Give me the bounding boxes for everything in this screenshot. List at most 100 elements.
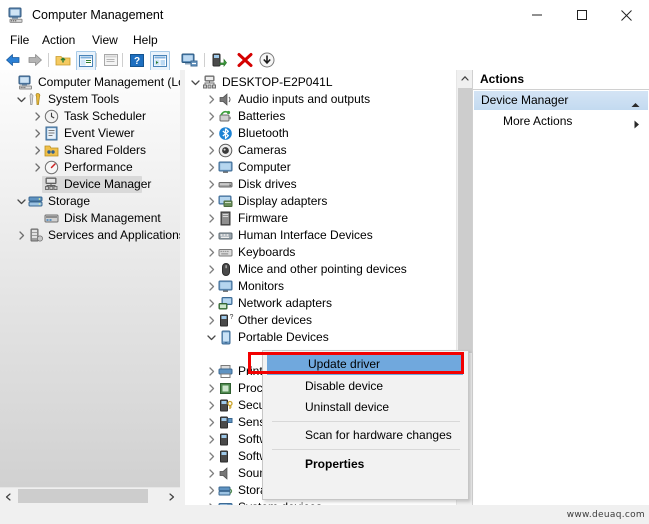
expander-collapsed-icon[interactable] [204, 380, 218, 397]
device-tree-item-other-devices[interactable]: ? Other devices [204, 312, 312, 329]
tree-item-disk-management[interactable]: Disk Management [30, 210, 161, 227]
tree-item-system-tools[interactable]: System Tools [14, 91, 119, 108]
expander-collapsed-icon[interactable] [204, 159, 218, 176]
expander-collapsed-icon[interactable] [204, 193, 218, 210]
context-menu-item-disable-device[interactable]: Disable device [264, 376, 467, 397]
expander-collapsed-icon[interactable] [30, 125, 44, 142]
expander-collapsed-icon[interactable] [204, 210, 218, 227]
scroll-right-button[interactable] [163, 488, 180, 505]
expander-collapsed-icon[interactable] [204, 414, 218, 431]
close-button[interactable] [604, 0, 649, 30]
expander-collapsed-icon[interactable] [204, 397, 218, 414]
expander-collapsed-icon[interactable] [204, 431, 218, 448]
menu-file[interactable]: File [6, 32, 33, 48]
expander-collapsed-icon[interactable] [30, 108, 44, 125]
device-tree-item-cameras[interactable]: Cameras [204, 142, 287, 159]
expander-collapsed-icon[interactable] [204, 363, 218, 380]
expander-collapsed-icon[interactable] [204, 125, 218, 142]
expander-collapsed-icon[interactable] [204, 244, 218, 261]
device-tree-item-portable-devices[interactable]: Portable Devices [204, 329, 329, 346]
device-tree-item-label: Other devices [238, 313, 313, 327]
software-component-icon [218, 432, 234, 448]
expander-collapsed-icon[interactable] [204, 176, 218, 193]
context-menu-item-properties[interactable]: Properties [264, 454, 467, 475]
device-tree-item-keyboards[interactable]: Keyboards [204, 244, 295, 261]
device-tree-item-firmware[interactable]: Firmware [204, 210, 288, 227]
help-icon[interactable]: ? [128, 51, 146, 69]
expander-collapsed-icon[interactable] [14, 227, 28, 244]
device-tree-item-monitors[interactable]: Monitors [204, 278, 284, 295]
context-menu-item-scan-for-hardware-changes[interactable]: Scan for hardware changes [264, 425, 467, 446]
back-icon[interactable] [4, 51, 22, 69]
sidebar-item-device-manager[interactable]: Device Manager [30, 176, 151, 193]
window-controls [514, 0, 649, 30]
disk-management-icon [44, 211, 60, 227]
device-tree-root[interactable]: DESKTOP-E2P041L [188, 74, 333, 91]
device-tree-item-label: Keyboards [238, 245, 296, 259]
context-menu-item-uninstall-device[interactable]: Uninstall device [264, 397, 467, 418]
device-tree-item-hid[interactable]: Human Interface Devices [204, 227, 373, 244]
expander-collapsed-icon[interactable] [204, 448, 218, 465]
expander-collapsed-icon[interactable] [30, 142, 44, 159]
expander-expanded-icon[interactable] [14, 91, 28, 108]
forward-icon[interactable] [26, 51, 44, 69]
keyboard-icon [218, 245, 234, 261]
chevron-up-icon[interactable] [631, 97, 640, 111]
device-tree-item-batteries[interactable]: Batteries [204, 108, 285, 125]
disable-device-icon[interactable] [236, 51, 254, 69]
submenu-arrow-icon[interactable] [634, 118, 640, 132]
device-tree-item-computer[interactable]: Computer [204, 159, 291, 176]
expander-collapsed-icon[interactable] [30, 159, 44, 176]
menu-view[interactable]: View [88, 32, 122, 48]
printer-icon [218, 364, 234, 380]
expander-collapsed-icon[interactable] [204, 227, 218, 244]
tree-item-event-viewer[interactable]: Event Viewer [30, 125, 134, 142]
tree-item-storage[interactable]: Storage [14, 193, 90, 210]
scan-for-hardware-changes-icon[interactable] [180, 51, 198, 69]
scroll-up-button[interactable] [457, 70, 473, 87]
console-tree-pane[interactable]: Computer Management (Local System Tools [0, 70, 180, 505]
maximize-button[interactable] [559, 0, 604, 30]
expander-collapsed-icon[interactable] [204, 295, 218, 312]
tree-item-computer-management[interactable]: Computer Management (Local [4, 74, 180, 91]
device-tree-item-mice[interactable]: Mice and other pointing devices [204, 261, 407, 278]
minimize-button[interactable] [514, 0, 559, 30]
show-hide-console-tree-icon[interactable] [76, 51, 96, 71]
scroll-thumb[interactable] [18, 489, 148, 503]
console-tree-horizontal-scrollbar[interactable] [0, 487, 180, 505]
tree-item-services-and-applications[interactable]: Services and Applications [14, 227, 180, 244]
menu-action[interactable]: Action [38, 32, 79, 48]
actions-item-more-actions[interactable]: More Actions [503, 114, 572, 128]
context-menu-separator [272, 449, 460, 450]
menu-help[interactable]: Help [129, 32, 162, 48]
device-tree-item-network-adapters[interactable]: Network adapters [204, 295, 332, 312]
expander-collapsed-icon[interactable] [204, 108, 218, 125]
properties-icon[interactable] [102, 51, 120, 69]
up-folder-icon[interactable] [54, 51, 72, 69]
toolbar: ? [0, 50, 649, 71]
expander-collapsed-icon[interactable] [204, 482, 218, 499]
tree-item-task-scheduler[interactable]: Task Scheduler [30, 108, 146, 125]
device-tree-item-disk-drives[interactable]: Disk drives [204, 176, 297, 193]
update-driver-icon[interactable] [210, 51, 228, 69]
expander-collapsed-icon[interactable] [204, 278, 218, 295]
actions-group-device-manager[interactable]: Device Manager [474, 91, 648, 110]
expander-expanded-icon[interactable] [14, 193, 28, 210]
tree-item-shared-folders[interactable]: Shared Folders [30, 142, 146, 159]
expander-expanded-icon[interactable] [188, 74, 202, 91]
expander-collapsed-icon[interactable] [204, 261, 218, 278]
device-tree-item-display-adapters[interactable]: Display adapters [204, 193, 327, 210]
device-tree-item-label: Mice and other pointing devices [238, 262, 407, 276]
expander-collapsed-icon[interactable] [204, 312, 218, 329]
expander-expanded-icon[interactable] [204, 329, 218, 346]
expander-collapsed-icon[interactable] [204, 465, 218, 482]
expander-collapsed-icon[interactable] [204, 91, 218, 108]
device-tree-item-bluetooth[interactable]: Bluetooth [204, 125, 289, 142]
scroll-thumb[interactable] [458, 88, 472, 353]
uninstall-device-icon[interactable] [258, 51, 276, 69]
device-tree-item-audio[interactable]: Audio inputs and outputs [204, 91, 370, 108]
tree-item-performance[interactable]: Performance [30, 159, 133, 176]
expander-collapsed-icon[interactable] [204, 142, 218, 159]
show-hide-action-pane-icon[interactable] [150, 51, 170, 71]
scroll-left-button[interactable] [0, 488, 17, 505]
